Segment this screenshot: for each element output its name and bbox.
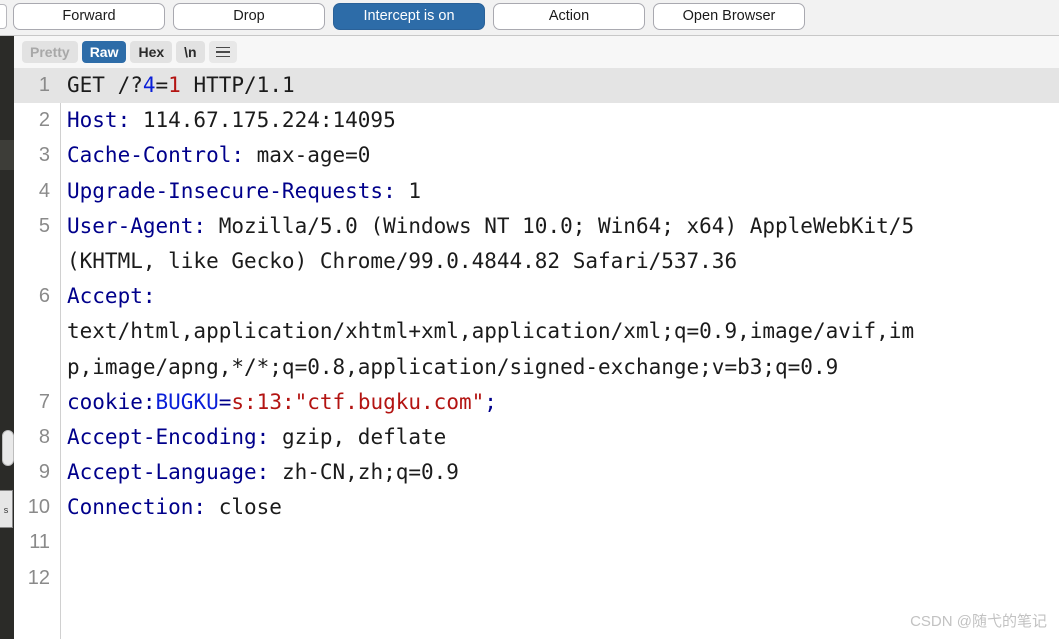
- code-line-list: 1 GET /?4=1 HTTP/1.1 2 Host: 114.67.175.224…: [14, 68, 1059, 596]
- code-line[interactable]: 3 Cache-Control: max-age=0: [14, 138, 1059, 173]
- code-line[interactable]: 9 Accept-Language: zh-CN,zh;q=0.9: [14, 455, 1059, 490]
- code-line-text: p,image/apng,*/*;q=0.8,application/signe…: [67, 350, 838, 385]
- line-number: 7: [38, 390, 50, 413]
- code-segment: 1: [168, 73, 181, 97]
- intercept-toolbar: Forward Drop Intercept is on Action Open Bro…: [0, 0, 1059, 36]
- code-line[interactable]: 8 Accept-Encoding: gzip, deflate: [14, 420, 1059, 455]
- code-segment: zh-CN,zh;q=0.9: [269, 460, 459, 485]
- code-line-text: cookie:BUGKU=s:13:"ctf.bugku.com";: [67, 385, 497, 420]
- code-line-text: text/html,application/xhtml+xml,applicat…: [67, 314, 914, 349]
- line-number: 2: [38, 109, 50, 132]
- toolbar-button-group: Forward Drop Intercept is on Action Open Bro…: [13, 3, 805, 30]
- code-segment: 114.67.175.224:14095: [130, 108, 396, 133]
- code-line[interactable]: 7 cookie:BUGKU=s:13:"ctf.bugku.com";: [14, 385, 1059, 420]
- code-line[interactable]: 5 User-Agent: Mozilla/5.0 (Windows NT 10.…: [14, 209, 1059, 244]
- code-segment: max-age=0: [244, 143, 371, 168]
- left-vertical-rail: [0, 36, 14, 639]
- code-segment: Upgrade-Insecure-Requests:: [67, 178, 396, 203]
- code-line-text: GET /?4=1 HTTP/1.1: [67, 68, 295, 103]
- code-segment: Connection:: [67, 495, 207, 520]
- open-browser-button[interactable]: Open Browser: [653, 3, 805, 30]
- code-line-text: Host: 114.67.175.224:14095: [67, 103, 396, 138]
- forward-button[interactable]: Forward: [13, 3, 165, 30]
- code-line-text: Accept:: [67, 279, 156, 314]
- code-line-text: Connection: close: [67, 490, 282, 525]
- vertical-scrollbar-thumb[interactable]: [2, 430, 14, 466]
- line-number: 6: [38, 285, 50, 308]
- line-number: 8: [38, 425, 50, 448]
- line-number: 9: [38, 461, 50, 484]
- code-line-text: Accept-Encoding: gzip, deflate: [67, 420, 446, 455]
- format-tab-pretty[interactable]: Pretty: [22, 41, 78, 63]
- code-line[interactable]: 2 Host: 114.67.175.224:14095: [14, 103, 1059, 138]
- code-line[interactable]: (KHTML, like Gecko) Chrome/99.0.4844.82 …: [14, 244, 1059, 279]
- left-rail-segment: [0, 140, 14, 170]
- code-segment: Mozilla/5.0 (Windows NT 10.0; Win64; x64…: [206, 213, 915, 238]
- line-number: 4: [38, 179, 50, 202]
- code-segment: s:13:"ctf.bugku.com": [231, 389, 485, 414]
- line-number: 11: [29, 531, 50, 554]
- line-number: 5: [38, 214, 50, 237]
- code-segment: Host:: [67, 108, 131, 133]
- code-line[interactable]: 12: [14, 561, 1059, 596]
- format-tab-hex[interactable]: Hex: [130, 41, 173, 63]
- code-segment: p,image/apng,*/*;q=0.8,application/signe…: [67, 354, 839, 379]
- code-segment: HTTP/1.1: [180, 73, 295, 97]
- line-number: 1: [38, 74, 50, 96]
- code-line-text: Cache-Control: max-age=0: [67, 138, 370, 173]
- code-line-text: User-Agent: Mozilla/5.0 (Windows NT 10.0…: [67, 209, 914, 244]
- hamburger-menu-icon[interactable]: [208, 41, 237, 63]
- code-segment: cookie:: [67, 389, 156, 414]
- code-segment: GET /?: [67, 73, 143, 97]
- toolbar-left-edge-handle: [0, 4, 7, 29]
- code-line[interactable]: 10 Connection: close: [14, 490, 1059, 525]
- code-line-text: (KHTML, like Gecko) Chrome/99.0.4844.82 …: [67, 244, 737, 279]
- code-segment: =: [155, 73, 169, 97]
- line-number: 3: [38, 144, 50, 167]
- side-panel-tab-label: s: [3, 505, 9, 515]
- code-line-text: Accept-Language: zh-CN,zh;q=0.9: [67, 455, 459, 490]
- format-tab-n[interactable]: \n: [176, 41, 205, 63]
- code-segment: 4: [142, 73, 156, 97]
- code-segment: text/html,application/xhtml+xml,applicat…: [67, 319, 915, 344]
- code-segment: (KHTML, like Gecko) Chrome/99.0.4844.82 …: [67, 248, 738, 273]
- code-segment: ;: [484, 389, 497, 414]
- code-segment: User-Agent:: [67, 213, 207, 238]
- code-line[interactable]: text/html,application/xhtml+xml,applicat…: [14, 314, 1059, 349]
- intercept-toggle-button[interactable]: Intercept is on: [333, 3, 485, 30]
- code-line[interactable]: 4 Upgrade-Insecure-Requests: 1: [14, 174, 1059, 209]
- code-line[interactable]: 1 GET /?4=1 HTTP/1.1: [14, 68, 1059, 104]
- side-panel-tab[interactable]: s: [0, 490, 13, 528]
- line-number: 10: [27, 496, 50, 519]
- code-line[interactable]: p,image/apng,*/*;q=0.8,application/signe…: [14, 350, 1059, 385]
- code-segment: Cache-Control:: [67, 143, 245, 168]
- code-segment: close: [206, 495, 282, 520]
- code-segment: BUGKU: [155, 389, 219, 414]
- message-format-tabstrip: Pretty Raw Hex \n: [14, 36, 1059, 68]
- watermark: CSDN @随弋的笔记: [910, 613, 1047, 630]
- http-request-editor[interactable]: 1 GET /?4=1 HTTP/1.1 2 Host: 114.67.175.224…: [14, 68, 1059, 639]
- code-segment: gzip, deflate: [269, 424, 447, 449]
- drop-button[interactable]: Drop: [173, 3, 325, 30]
- code-line[interactable]: 11: [14, 525, 1059, 560]
- code-segment: Accept:: [67, 284, 156, 309]
- code-line[interactable]: 6 Accept:: [14, 279, 1059, 314]
- action-button[interactable]: Action: [493, 3, 645, 30]
- format-tab-raw[interactable]: Raw: [81, 41, 127, 63]
- code-segment: Accept-Language:: [67, 460, 270, 485]
- format-tab-group: Pretty Raw Hex \n: [22, 41, 237, 63]
- code-segment: 1: [395, 178, 422, 203]
- line-number: 12: [27, 566, 50, 589]
- code-segment: =: [218, 389, 232, 414]
- code-line-text: Upgrade-Insecure-Requests: 1: [67, 174, 421, 209]
- code-segment: Accept-Encoding:: [67, 424, 270, 449]
